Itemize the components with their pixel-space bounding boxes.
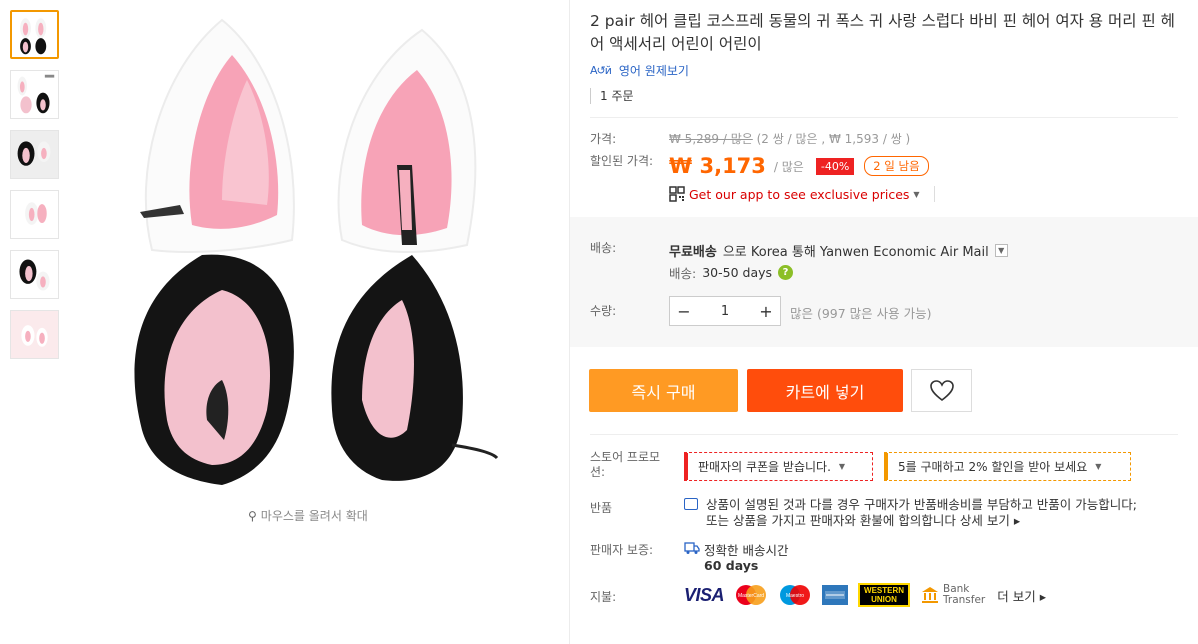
discount-price-label: 할인된 가격: bbox=[590, 154, 654, 168]
thumbnail-4[interactable] bbox=[10, 190, 59, 239]
divider bbox=[590, 117, 1178, 118]
return-policy: 상품이 설명된 것과 다를 경우 구매자가 반품배송비를 부담하고 반품이 가능… bbox=[684, 497, 1144, 529]
divider bbox=[590, 434, 1178, 435]
thumbnail-6[interactable] bbox=[10, 310, 59, 359]
coupon-text: 판매자의 쿠폰을 받습니다. bbox=[698, 460, 831, 474]
western-union-line-1: WESTERN bbox=[864, 586, 905, 595]
thumbnail-2[interactable] bbox=[10, 70, 59, 119]
shipping-quantity-box bbox=[570, 217, 1198, 347]
product-info-panel: 2 pair 헤어 클립 코스프레 동물의 귀 폭스 귀 사랑 스럽다 바비 핀… bbox=[569, 0, 1198, 644]
guarantee-label: 판매자 보증: bbox=[590, 543, 654, 557]
bank-icon bbox=[922, 587, 939, 603]
shipping-to: 으로 Korea 통해 Yanwen Economic Air Mail bbox=[722, 245, 989, 260]
shipping-days-label: 배송: bbox=[669, 266, 697, 281]
quantity-increase-button[interactable]: + bbox=[752, 302, 780, 321]
payment-label: 지불: bbox=[590, 590, 617, 604]
guarantee-text: 정확한 배송시간 bbox=[704, 543, 789, 558]
maestro-logo: Maestro bbox=[780, 585, 811, 605]
app-promo-link[interactable]: Get our app to see exclusive prices ▼ bbox=[669, 186, 935, 202]
original-price-per: (2 쌍 / 많은 , ₩ 1,593 / 쌍 ) bbox=[756, 132, 911, 146]
quantity-stepper: − 1 + bbox=[669, 296, 781, 326]
shipping-method[interactable]: 무료배송 으로 Korea 통해 Yanwen Economic Air Mai… bbox=[669, 241, 1008, 260]
discount-price-row: ₩ 3,173 / 많은 -40% 2 일 남음 bbox=[669, 154, 929, 178]
zoom-hint: ⚲ 마우스를 올려서 확대 bbox=[248, 507, 368, 524]
buy-now-button[interactable]: 즉시 구매 bbox=[589, 369, 738, 412]
translate-link[interactable]: A↺й 영어 원제보기 bbox=[590, 62, 689, 79]
zoom-hint-text: 마우스를 올려서 확대 bbox=[260, 509, 368, 523]
original-price: ₩ 5,289 / 많은 (2 쌍 / 많은 , ₩ 1,593 / 쌍 ) bbox=[669, 130, 910, 147]
amex-logo bbox=[822, 585, 849, 605]
days-left-badge: 2 일 남음 bbox=[864, 156, 929, 176]
main-product-image[interactable] bbox=[72, 0, 572, 500]
svg-text:Maestro: Maestro bbox=[786, 593, 804, 599]
thumbnail-3[interactable] bbox=[10, 130, 59, 179]
magnifier-icon: ⚲ bbox=[248, 508, 257, 523]
shipping-label: 배송: bbox=[590, 241, 617, 255]
add-to-cart-button[interactable]: 카트에 넣기 bbox=[747, 369, 903, 412]
free-shipping: 무료배송 bbox=[669, 245, 717, 260]
original-price-value: ₩ 5,289 / 많은 bbox=[669, 132, 753, 146]
help-icon[interactable]: ? bbox=[778, 265, 794, 280]
bulk-discount-text: 5를 구매하고 2% 할인을 받아 보세요 bbox=[898, 460, 1088, 474]
discount-price: ₩ 3,173 bbox=[669, 154, 766, 178]
payment-methods: VISA MasterCard Maestro WESTERN UNION Ba… bbox=[684, 583, 1046, 607]
bank-transfer-line-2: Transfer bbox=[943, 594, 986, 606]
shipping-days: 배송: 30-50 days ? bbox=[669, 263, 794, 282]
thumbnail-5[interactable] bbox=[10, 250, 59, 299]
product-page: ⚲ 마우스를 올려서 확대 2 pair 헤어 클립 코스프레 동물의 귀 폭스… bbox=[0, 0, 1198, 644]
chevron-down-icon[interactable]: ▼ bbox=[994, 244, 1008, 257]
white-ear-left bbox=[140, 18, 295, 253]
more-payment-label: 더 보기 bbox=[997, 588, 1036, 604]
quantity-decrease-button[interactable]: − bbox=[670, 302, 698, 321]
thumbnail-1[interactable] bbox=[10, 10, 59, 59]
caret-down-icon: ▼ bbox=[838, 462, 846, 471]
svg-text:MasterCard: MasterCard bbox=[738, 593, 764, 599]
discount-price-unit: / 많은 bbox=[773, 159, 804, 174]
bulk-discount-dropdown[interactable]: 5를 구매하고 2% 할인을 받아 보세요 ▼ bbox=[884, 452, 1131, 481]
app-promo-text: Get our app to see exclusive prices bbox=[689, 186, 910, 202]
price-label: 가격: bbox=[590, 132, 617, 146]
order-count: 1 주문 bbox=[590, 88, 634, 104]
quantity-label: 수량: bbox=[590, 304, 617, 318]
divider bbox=[933, 186, 935, 202]
more-payment-link[interactable]: 더 보기 ▸ bbox=[997, 586, 1046, 605]
store-promo-label: 스토어 프로모션: bbox=[590, 450, 661, 479]
mastercard-logo: MasterCard bbox=[736, 585, 767, 605]
return-policy-text: 상품이 설명된 것과 다를 경우 구매자가 반품배송비를 부담하고 반품이 가능… bbox=[706, 497, 1137, 528]
visa-logo: VISA bbox=[684, 584, 725, 605]
heart-icon bbox=[929, 379, 954, 401]
return-label: 반품 bbox=[590, 501, 613, 515]
translate-label: 영어 원제보기 bbox=[618, 64, 689, 78]
quantity-input[interactable]: 1 bbox=[698, 304, 752, 319]
return-details-label: 상세 보기 bbox=[959, 513, 1010, 528]
return-icon bbox=[684, 498, 698, 510]
guarantee-days: 60 days bbox=[704, 558, 759, 573]
return-details-link[interactable]: 상세 보기 ▸ bbox=[960, 513, 1020, 528]
quantity-available: 많은 (997 많은 사용 가능) bbox=[790, 306, 932, 321]
discount-badge: -40% bbox=[815, 157, 855, 175]
wishlist-button[interactable] bbox=[911, 369, 972, 412]
translate-icon: A↺й bbox=[590, 64, 612, 77]
qr-code-icon bbox=[669, 186, 685, 202]
coupon-dropdown[interactable]: 판매자의 쿠폰을 받습니다. ▼ bbox=[684, 452, 873, 481]
black-ear-right bbox=[331, 255, 499, 481]
product-title: 2 pair 헤어 클립 코스프레 동물의 귀 폭스 귀 사랑 스럽다 바비 핀… bbox=[590, 12, 1175, 53]
caret-down-icon: ▼ bbox=[913, 189, 920, 199]
shipping-days-value: 30-50 days bbox=[702, 265, 773, 280]
western-union-logo: WESTERN UNION bbox=[858, 583, 911, 607]
thumbnail-list bbox=[10, 10, 60, 370]
seller-guarantee: 정확한 배송시간 bbox=[684, 540, 788, 559]
truck-icon bbox=[684, 542, 700, 554]
bank-transfer-logo: Bank Transfer bbox=[920, 584, 985, 606]
black-ear-left bbox=[134, 254, 294, 485]
western-union-line-2: UNION bbox=[871, 595, 897, 604]
caret-down-icon: ▼ bbox=[1095, 462, 1102, 471]
white-ear-right bbox=[337, 28, 477, 253]
